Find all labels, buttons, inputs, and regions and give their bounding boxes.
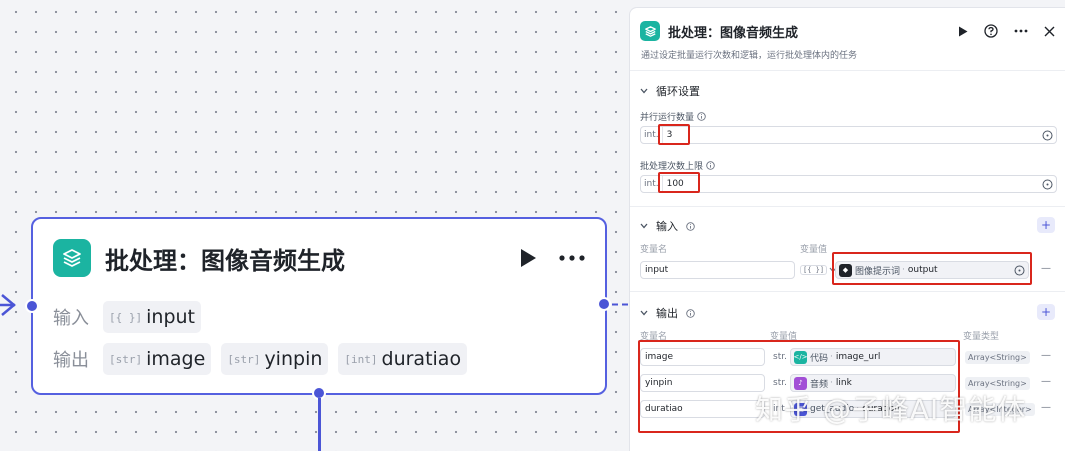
node-header: 批处理：图像音频生成 [53, 237, 585, 279]
node-output-row: 输出 [str] image [str] yinpin [int] durati… [53, 343, 468, 375]
info-icon[interactable] [686, 221, 695, 231]
chip-name: image [146, 348, 206, 370]
ref-separator: · [830, 352, 833, 362]
incoming-edge-arrow [0, 294, 16, 316]
batch-node[interactable]: 批处理：图像音频生成 输入 [{ }] input 输出 [str] image… [31, 217, 607, 395]
more-icon[interactable] [1014, 29, 1028, 33]
ref-separator: · [902, 265, 905, 275]
divider [630, 291, 1065, 292]
output-section-title: 输出 [656, 307, 678, 320]
input-section-toggle[interactable]: 输入 [640, 218, 695, 234]
llm-node-icon: ◆ [839, 263, 852, 277]
run-icon[interactable] [958, 26, 968, 37]
input-col-value-header: 变量值 [800, 245, 828, 255]
input-name-field[interactable]: input [640, 261, 795, 279]
loop-section-title: 循环设置 [656, 85, 700, 98]
output-col-type-header: 变量类型 [963, 332, 1000, 342]
batch-limit-value: 100 [666, 179, 684, 189]
chip-name: yinpin [264, 348, 323, 370]
add-output-button[interactable]: + [1037, 304, 1055, 320]
remove-output-button[interactable]: — [1041, 350, 1051, 361]
variable-picker-icon[interactable] [1042, 179, 1053, 190]
remove-output-button[interactable]: — [1041, 376, 1051, 387]
parallel-count-label: 并行运行数量 [640, 110, 706, 123]
close-icon[interactable] [1044, 26, 1055, 37]
chevron-down-icon [640, 223, 648, 229]
info-icon[interactable] [697, 112, 706, 121]
chevron-down-icon [640, 310, 648, 316]
chip-type: [str] [109, 352, 143, 366]
node-input-row: 输入 [{ }] input [53, 301, 201, 333]
node-right-port[interactable] [597, 297, 611, 311]
input-row-label: 输入 [53, 308, 89, 329]
bottom-edge [318, 398, 321, 451]
parallel-count-text: 并行运行数量 [640, 113, 695, 123]
ref-variable-name: image_url [835, 352, 881, 362]
input-type-select[interactable]: [{ }] [800, 261, 837, 279]
output-value-reference[interactable]: </> 代码 · image_url [790, 348, 956, 366]
batch-limit-label: 批处理次数上限 [640, 159, 715, 172]
output-col-value-header: 变量值 [770, 332, 798, 342]
node-left-port[interactable] [25, 299, 39, 313]
code-node-icon: </> [793, 350, 808, 364]
output-col-name-header: 变量名 [640, 332, 668, 342]
ref-variable-name: link [835, 378, 852, 388]
chip-name: input [146, 306, 195, 328]
add-input-button[interactable]: + [1037, 217, 1055, 233]
info-icon[interactable] [686, 308, 695, 318]
parallel-count-input[interactable]: int. 3 [640, 126, 1057, 144]
ref-separator: · [830, 378, 833, 388]
outgoing-edge [612, 303, 630, 306]
input-col-name-header: 变量名 [640, 245, 668, 255]
ref-variable-name: output [907, 265, 938, 275]
panel-title: 批处理：图像音频生成 [668, 25, 799, 41]
output-type-prefix: str. [773, 352, 787, 362]
remove-output-button[interactable]: — [1041, 402, 1051, 413]
type-prefix: int. [641, 176, 663, 192]
more-icon[interactable] [559, 255, 585, 261]
input-chip: [{ }] input [103, 301, 201, 333]
input-value-reference[interactable]: ◆ 图像提示词 · output [835, 261, 1029, 279]
node-settings-panel: 批处理：图像音频生成 通过设定批量运行次数和逻辑，运行批处理体内的任务 循环设置… [629, 7, 1065, 451]
panel-description: 通过设定批量运行次数和逻辑，运行批处理体内的任务 [641, 51, 858, 61]
output-section-toggle[interactable]: 输出 [640, 305, 695, 321]
type-prefix: int. [641, 127, 663, 143]
chip-type: [{ }] [109, 310, 143, 324]
divider [630, 70, 1065, 71]
divider [630, 206, 1065, 207]
remove-input-button[interactable]: — [1041, 263, 1051, 274]
output-name-field[interactable]: duratiao [640, 400, 765, 418]
batch-layers-icon [53, 239, 91, 277]
help-icon[interactable] [984, 24, 998, 38]
output-row-label: 输出 [53, 350, 89, 371]
node-title: 批处理：图像音频生成 [105, 246, 345, 275]
ref-node-name: 代码 [810, 353, 829, 364]
ref-node-name: 图像提示词 [855, 266, 901, 277]
output-chip: [int] duratiao [338, 343, 468, 375]
panel-header: 批处理：图像音频生成 [640, 20, 1055, 42]
parallel-count-value: 3 [666, 130, 673, 140]
loop-section-toggle[interactable]: 循环设置 [640, 83, 700, 99]
input-section-title: 输入 [656, 220, 678, 233]
output-name-field[interactable]: yinpin [640, 374, 765, 392]
chip-name: duratiao [381, 348, 462, 370]
batch-layers-icon [640, 21, 660, 41]
output-var-type: Array<String> [965, 351, 1030, 364]
batch-limit-input[interactable]: int. 100 [640, 175, 1057, 193]
watermark: 知乎 @子峰AI智能体 [755, 393, 1027, 426]
input-type-value: [{ }] [800, 265, 828, 275]
chip-type: [str] [227, 352, 261, 366]
output-chip: [str] image [103, 343, 212, 375]
batch-limit-text: 批处理次数上限 [640, 162, 704, 172]
chevron-down-icon [640, 88, 648, 94]
variable-picker-icon[interactable] [1014, 265, 1025, 276]
variable-picker-icon[interactable] [1042, 130, 1053, 141]
chip-type: [int] [344, 352, 378, 366]
output-chip: [str] yinpin [221, 343, 329, 375]
info-icon[interactable] [706, 161, 715, 170]
run-icon[interactable] [519, 248, 537, 268]
output-name-field[interactable]: image [640, 348, 765, 366]
